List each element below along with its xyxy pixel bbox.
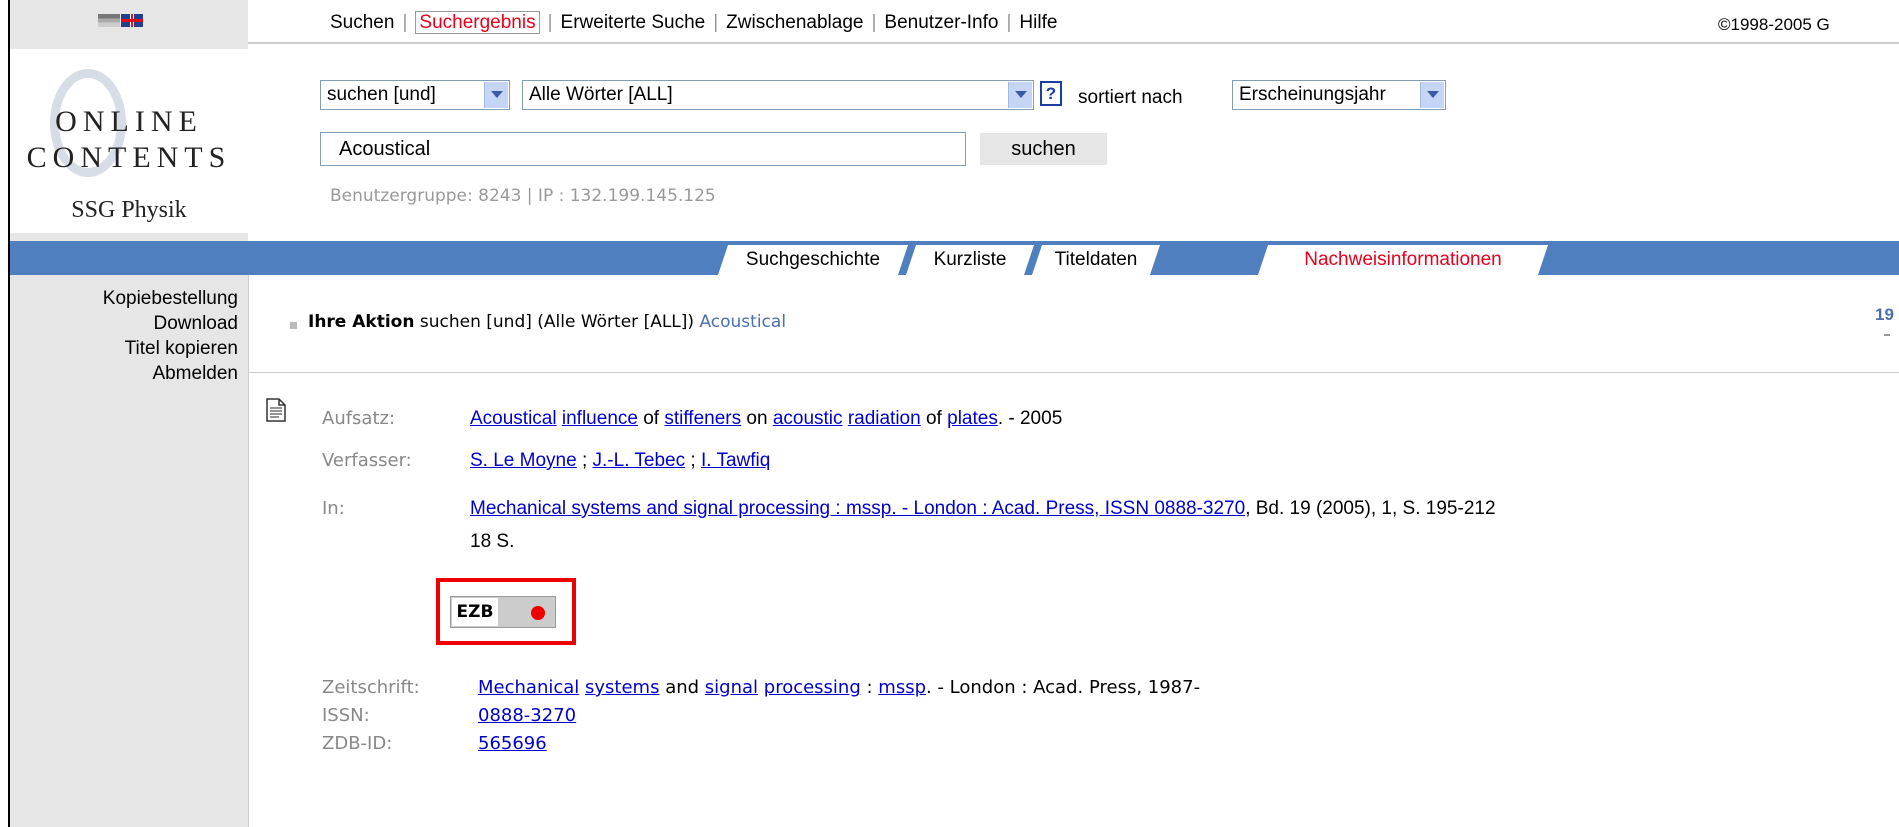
- chevron-down-icon: [1008, 82, 1032, 108]
- document-icon: [266, 398, 286, 422]
- divider: [1884, 334, 1890, 336]
- zdb-link[interactable]: 565696: [478, 733, 547, 754]
- logo-line1: ONLINE: [55, 105, 203, 138]
- tab-kurzliste[interactable]: Kurzliste: [906, 245, 1034, 275]
- journal-word-link[interactable]: systems: [585, 677, 659, 698]
- language-flags: [98, 14, 143, 27]
- sort-label: sortiert nach: [1078, 87, 1183, 108]
- action-label: Ihre Aktion: [308, 312, 415, 332]
- logo-line2: CONTENTS: [26, 141, 232, 174]
- sidebar-item-abmelden[interactable]: Abmelden: [10, 361, 238, 386]
- divider: [248, 42, 1899, 44]
- divider: [248, 372, 1899, 373]
- topnav-suchen[interactable]: Suchen: [330, 12, 394, 33]
- journal-word-link[interactable]: mssp: [878, 677, 926, 698]
- journal-word-link[interactable]: Mechanical: [478, 677, 579, 698]
- issn-value: 0888-3270: [478, 705, 576, 726]
- topnav-erweiterte-suche[interactable]: Erweiterte Suche: [561, 12, 706, 33]
- zdb-label: ZDB-ID:: [322, 733, 393, 754]
- operator-select[interactable]: suchen [und]: [320, 80, 510, 110]
- article-title: Acoustical influence of stiffeners on ac…: [470, 408, 1063, 429]
- ezb-availability-button[interactable]: EZB: [450, 596, 556, 628]
- title-word-link[interactable]: Acoustical: [470, 408, 557, 429]
- topnav-benutzer-info[interactable]: Benutzer-Info: [884, 12, 998, 33]
- status-dot-icon: [531, 606, 545, 620]
- source-pages: 18 S.: [470, 531, 515, 552]
- action-line: Ihre Aktion suchen [und] (Alle Wörter [A…: [290, 312, 786, 332]
- source-link[interactable]: Mechanical systems and signal processing…: [470, 498, 1245, 519]
- in-label: In:: [322, 498, 345, 519]
- english-flag-icon[interactable]: [121, 14, 143, 27]
- topnav-hilfe[interactable]: Hilfe: [1019, 12, 1057, 33]
- author-link[interactable]: I. Tawfiq: [701, 450, 770, 471]
- search-input[interactable]: Acoustical: [320, 132, 966, 166]
- title-word-link[interactable]: radiation: [848, 408, 921, 429]
- column-divider: [248, 275, 249, 827]
- title-word-link[interactable]: influence: [562, 408, 638, 429]
- authors: S. Le Moyne ; J.-L. Tebec ; I. Tawfiq: [470, 450, 771, 471]
- topnav-suchergebnis[interactable]: Suchergebnis: [415, 11, 540, 34]
- zeitschrift-label: Zeitschrift:: [322, 677, 420, 698]
- author-link[interactable]: S. Le Moyne: [470, 450, 577, 471]
- result-count-partial: 19: [1875, 305, 1894, 324]
- topnav-zwischenablage[interactable]: Zwischenablage: [726, 12, 863, 33]
- issn-label: ISSN:: [322, 705, 370, 726]
- sidebar-item-titel-kopieren[interactable]: Titel kopieren: [10, 336, 238, 361]
- field-select[interactable]: Alle Wörter [ALL]: [522, 80, 1034, 110]
- source-line: Mechanical systems and signal processing…: [470, 498, 1496, 519]
- copyright: ©1998-2005 G: [1718, 15, 1830, 34]
- action-text: suchen [und] (Alle Wörter [ALL]): [419, 312, 695, 332]
- ezb-label: EZB: [452, 598, 498, 626]
- sidebar-item-download[interactable]: Download: [10, 311, 239, 336]
- top-navigation: Suchen | Suchergebnis | Erweiterte Suche | Zwi…: [330, 11, 1058, 34]
- journal-line: Mechanical systems and signal processing…: [478, 677, 1201, 698]
- title-word-link[interactable]: stiffeners: [664, 408, 741, 429]
- search-button[interactable]: suchen: [980, 133, 1107, 165]
- issn-link[interactable]: 0888-3270: [478, 705, 576, 726]
- title-word-link[interactable]: plates: [947, 408, 998, 429]
- journal-word-link[interactable]: processing: [764, 677, 861, 698]
- help-icon[interactable]: ?: [1040, 81, 1062, 106]
- action-query: Acoustical: [699, 312, 787, 332]
- german-flag-icon[interactable]: [98, 14, 120, 27]
- logo-line3: SSG Physik: [71, 197, 187, 223]
- online-contents-logo: ONLINE CONTENTS SSG Physik: [10, 49, 248, 233]
- sort-select[interactable]: Erscheinungsjahr: [1232, 80, 1446, 110]
- verfasser-label: Verfasser:: [322, 450, 412, 471]
- chevron-down-icon: [1420, 82, 1444, 108]
- sidebar-item-kopiebestellung[interactable]: Kopiebestellung: [10, 286, 238, 311]
- sidebar-nav: Kopiebestellung Download Titel kopieren …: [10, 286, 238, 386]
- aufsatz-label: Aufsatz:: [322, 408, 396, 429]
- author-link[interactable]: J.-L. Tebec: [593, 450, 686, 471]
- journal-word-link[interactable]: signal: [705, 677, 758, 698]
- tab-suchgeschichte[interactable]: Suchgeschichte: [718, 245, 908, 275]
- zdb-value: 565696: [478, 733, 547, 754]
- tab-nachweisinformationen[interactable]: Nachweisinformationen: [1258, 245, 1548, 275]
- user-info: Benutzergruppe: 8243 | IP : 132.199.145.…: [330, 186, 716, 206]
- chevron-down-icon: [484, 82, 508, 108]
- tab-titeldaten[interactable]: Titeldaten: [1032, 245, 1160, 275]
- title-word-link[interactable]: acoustic: [773, 408, 843, 429]
